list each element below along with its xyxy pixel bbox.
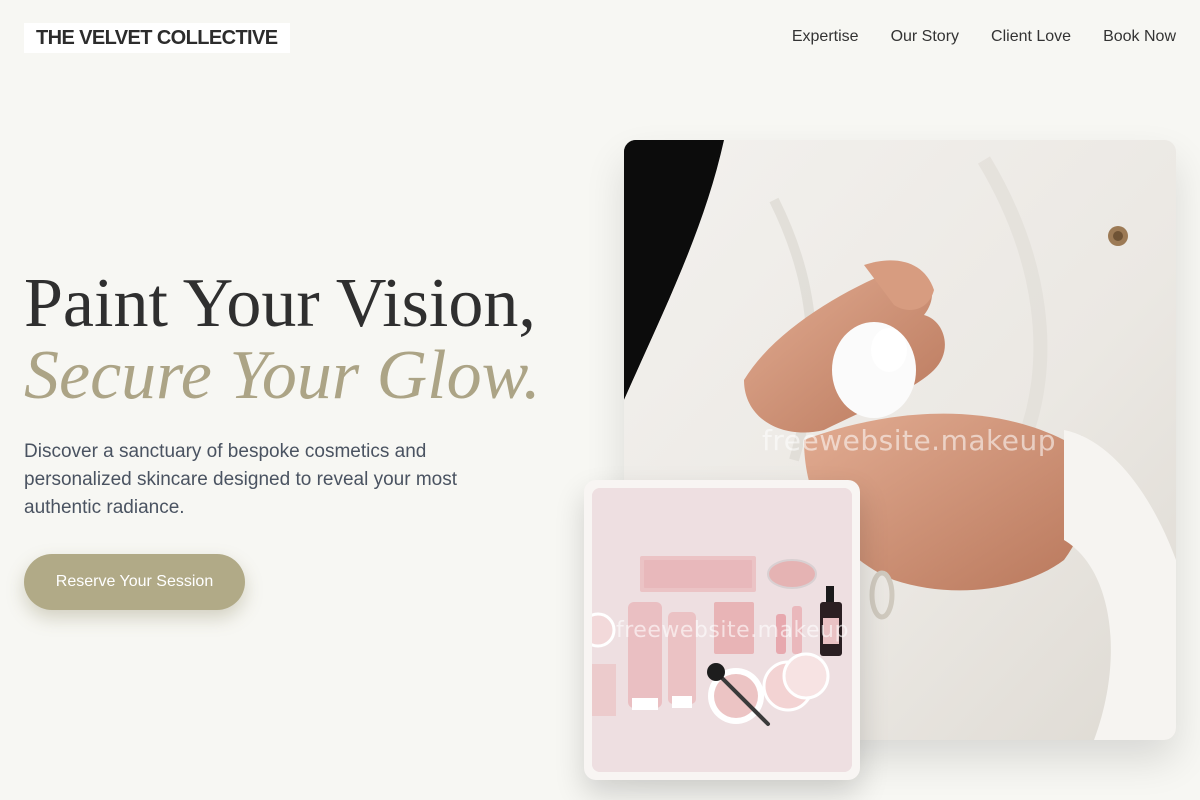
hero-section: Paint Your Vision, Secure Your Glow. Dis… xyxy=(24,268,584,610)
reserve-session-button[interactable]: Reserve Your Session xyxy=(24,554,245,610)
nav-link-expertise[interactable]: Expertise xyxy=(792,26,859,48)
brand-logo[interactable]: THE VELVET COLLECTIVE xyxy=(24,23,290,53)
product-inset-card: freewebsite.makeup xyxy=(584,480,860,780)
nav-link-our-story[interactable]: Our Story xyxy=(891,26,959,48)
landing-page: THE VELVET COLLECTIVE Expertise Our Stor… xyxy=(0,0,1200,800)
main-photo-watermark: freewebsite.makeup xyxy=(762,424,1056,457)
inset-photo-watermark: freewebsite.makeup xyxy=(616,618,849,643)
hero-headline: Paint Your Vision, Secure Your Glow. xyxy=(24,268,584,412)
product-flatlay-photo: freewebsite.makeup xyxy=(592,488,852,772)
headline-line-1: Paint Your Vision, xyxy=(24,265,536,342)
headline-line-2: Secure Your Glow. xyxy=(24,337,541,414)
site-header: THE VELVET COLLECTIVE Expertise Our Stor… xyxy=(0,0,1200,76)
hero-description: Discover a sanctuary of bespoke cosmetic… xyxy=(24,441,458,518)
nav-link-book-now[interactable]: Book Now xyxy=(1103,26,1176,48)
main-nav: Expertise Our Story Client Love Book Now xyxy=(792,26,1176,48)
nav-link-client-love[interactable]: Client Love xyxy=(991,26,1071,48)
